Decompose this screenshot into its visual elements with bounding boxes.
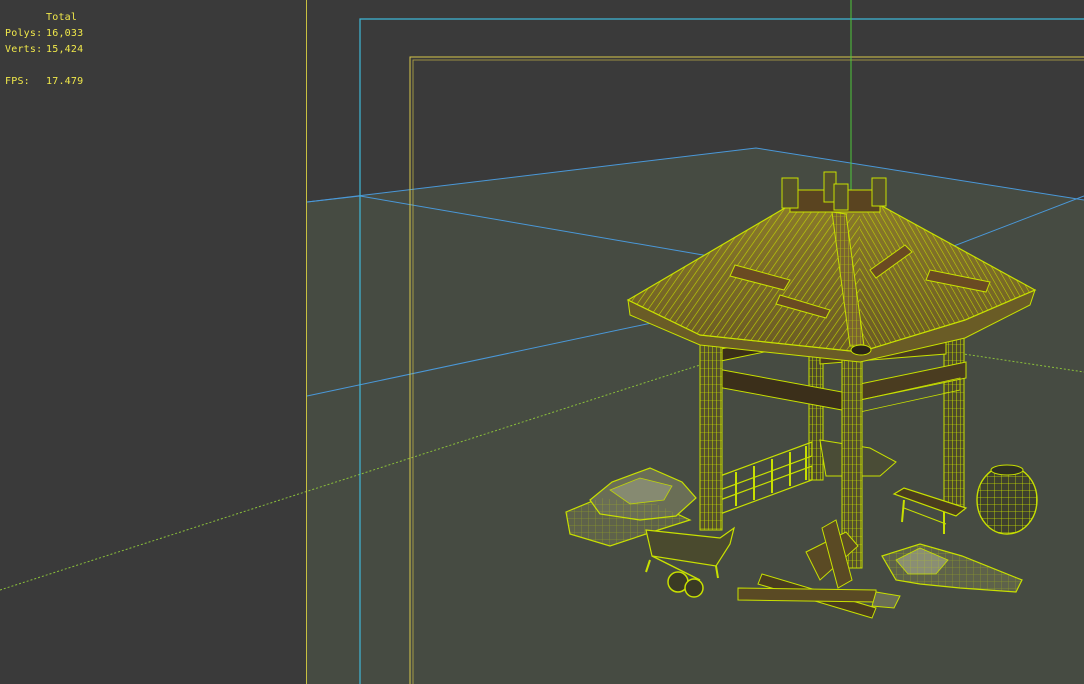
woven-basket[interactable] [976,464,1038,535]
verts-value: 15,424 [46,44,84,55]
scene-canvas[interactable] [0,0,1084,684]
verts-label: Verts: [5,44,43,55]
ground-plane [307,148,1084,684]
fps-label: FPS: [5,76,30,87]
3d-viewport[interactable]: Total Polys: 16,033 Verts: 15,424 FPS: 1… [0,0,1084,684]
stats-header: Total [46,12,78,23]
fps-value: 17.479 [46,76,84,87]
polys-label: Polys: [5,28,43,39]
polys-value: 16,033 [46,28,84,39]
